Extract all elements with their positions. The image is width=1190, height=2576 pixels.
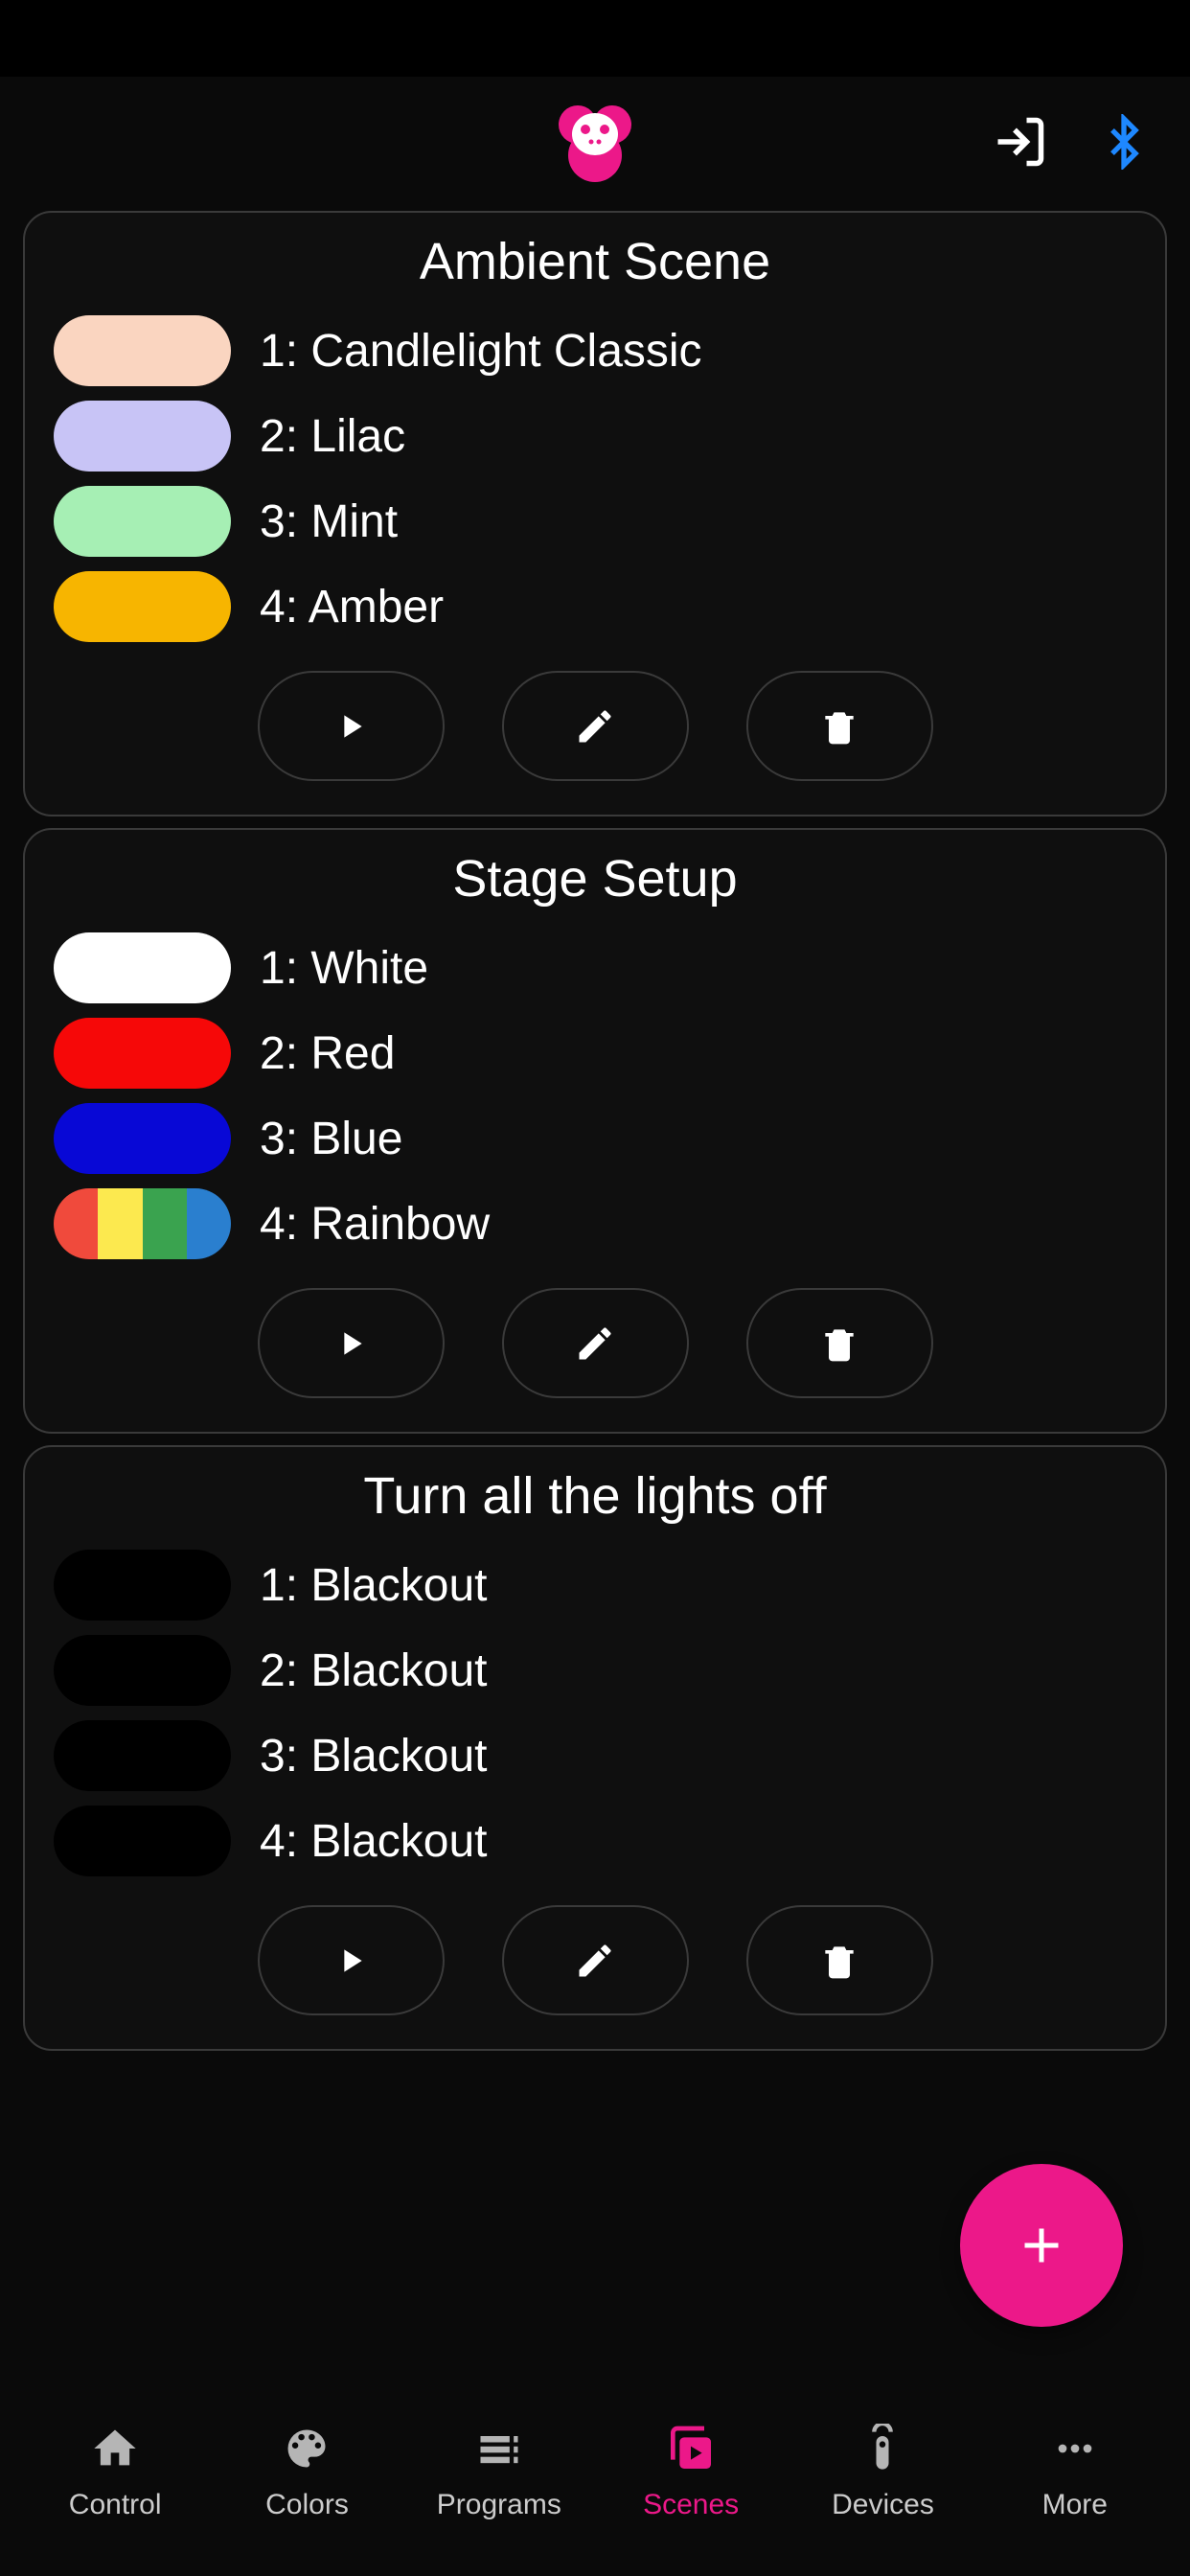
scene-item[interactable]: 1: White	[54, 932, 1136, 1003]
play-button[interactable]	[258, 671, 445, 781]
scene-title: Turn all the lights off	[54, 1466, 1136, 1526]
app-logo-icon	[547, 96, 643, 192]
palette-icon	[282, 2420, 332, 2477]
scene-card: Stage Setup 1: White 2: Red 3: Blue 4: R…	[23, 828, 1167, 1434]
pencil-icon	[574, 1940, 616, 1982]
scene-item[interactable]: 3: Blackout	[54, 1720, 1136, 1791]
color-swatch	[54, 1806, 231, 1876]
scene-item[interactable]: 4: Blackout	[54, 1806, 1136, 1876]
scene-item[interactable]: 2: Lilac	[54, 401, 1136, 472]
tab-scenes[interactable]: Scenes	[595, 2420, 787, 2521]
home-icon	[90, 2420, 140, 2477]
status-bar	[0, 0, 1190, 77]
scene-item-label: 3: Blue	[260, 1113, 402, 1165]
delete-button[interactable]	[746, 1905, 933, 2015]
color-swatch	[54, 571, 231, 642]
tab-more[interactable]: More	[979, 2420, 1171, 2521]
rainbow-swatch	[54, 1188, 231, 1259]
edit-button[interactable]	[502, 671, 689, 781]
delete-button[interactable]	[746, 671, 933, 781]
color-swatch	[54, 486, 231, 557]
scene-item[interactable]: 2: Red	[54, 1018, 1136, 1089]
color-swatch	[54, 401, 231, 472]
color-swatch	[54, 1550, 231, 1621]
play-icon	[332, 1942, 370, 1980]
scene-item-label: 4: Rainbow	[260, 1198, 490, 1251]
play-button[interactable]	[258, 1905, 445, 2015]
scene-item[interactable]: 3: Blue	[54, 1103, 1136, 1174]
scene-item-label: 1: Blackout	[260, 1559, 487, 1612]
scenes-icon	[664, 2420, 718, 2477]
pencil-icon	[574, 1322, 616, 1365]
scene-item[interactable]: 4: Rainbow	[54, 1188, 1136, 1259]
color-swatch	[54, 1635, 231, 1706]
bluetooth-icon[interactable]	[1096, 114, 1152, 174]
scene-item-label: 2: Blackout	[260, 1644, 487, 1697]
color-swatch	[54, 1018, 231, 1089]
tab-label: Colors	[265, 2489, 349, 2521]
tab-bar: Control Colors Programs Scenes Devices M…	[0, 2394, 1190, 2576]
plus-icon	[1013, 2217, 1070, 2274]
tab-label: Programs	[437, 2489, 561, 2521]
tab-label: Scenes	[643, 2489, 739, 2521]
tab-label: More	[1042, 2489, 1108, 2521]
scene-item-label: 3: Blackout	[260, 1730, 487, 1782]
trash-icon	[818, 705, 860, 748]
trash-icon	[818, 1322, 860, 1365]
play-icon	[332, 1324, 370, 1363]
delete-button[interactable]	[746, 1288, 933, 1398]
scenes-list: Ambient Scene 1: Candlelight Classic 2: …	[0, 211, 1190, 2051]
scene-item[interactable]: 1: Candlelight Classic	[54, 315, 1136, 386]
color-swatch	[54, 1103, 231, 1174]
pencil-icon	[574, 705, 616, 748]
scene-title: Ambient Scene	[54, 232, 1136, 291]
scene-item-label: 3: Mint	[260, 495, 398, 548]
remote-icon	[858, 2420, 907, 2477]
scene-card: Turn all the lights off 1: Blackout 2: B…	[23, 1445, 1167, 2051]
app-header	[0, 77, 1190, 211]
play-icon	[332, 707, 370, 746]
scene-item-label: 2: Red	[260, 1027, 395, 1080]
tab-control[interactable]: Control	[19, 2420, 211, 2521]
scene-item-label: 1: White	[260, 942, 428, 995]
trash-icon	[818, 1940, 860, 1982]
enter-icon[interactable]	[991, 113, 1048, 175]
scene-item-label: 1: Candlelight Classic	[260, 325, 702, 378]
scene-item[interactable]: 3: Mint	[54, 486, 1136, 557]
color-swatch	[54, 315, 231, 386]
scene-item[interactable]: 1: Blackout	[54, 1550, 1136, 1621]
edit-button[interactable]	[502, 1905, 689, 2015]
tab-programs[interactable]: Programs	[403, 2420, 595, 2521]
tab-label: Devices	[832, 2489, 934, 2521]
play-button[interactable]	[258, 1288, 445, 1398]
tab-label: Control	[69, 2489, 162, 2521]
scene-item-label: 4: Amber	[260, 581, 444, 633]
scene-card: Ambient Scene 1: Candlelight Classic 2: …	[23, 211, 1167, 816]
list-icon	[474, 2420, 524, 2477]
add-scene-button[interactable]	[960, 2164, 1123, 2327]
more-icon	[1050, 2420, 1100, 2477]
scene-item[interactable]: 2: Blackout	[54, 1635, 1136, 1706]
tab-devices[interactable]: Devices	[787, 2420, 978, 2521]
tab-colors[interactable]: Colors	[211, 2420, 402, 2521]
scene-actions	[54, 1288, 1136, 1398]
scene-item-label: 2: Lilac	[260, 410, 405, 463]
scene-actions	[54, 671, 1136, 781]
scene-title: Stage Setup	[54, 849, 1136, 908]
scene-actions	[54, 1905, 1136, 2015]
color-swatch	[54, 932, 231, 1003]
scene-item-label: 4: Blackout	[260, 1815, 487, 1868]
color-swatch	[54, 1720, 231, 1791]
edit-button[interactable]	[502, 1288, 689, 1398]
scene-item[interactable]: 4: Amber	[54, 571, 1136, 642]
